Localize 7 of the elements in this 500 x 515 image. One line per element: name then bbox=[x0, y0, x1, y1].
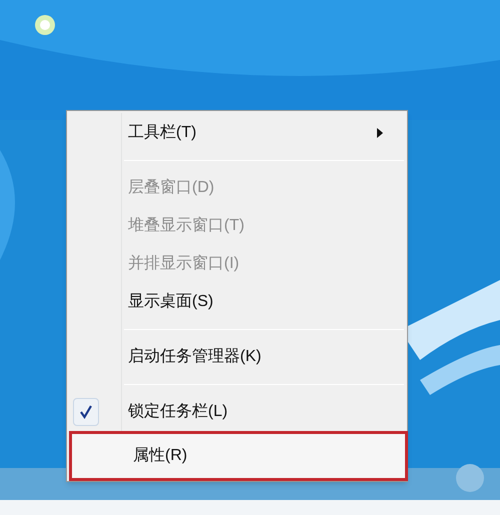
menu-item[interactable]: 显示桌面(S) bbox=[67, 283, 407, 321]
checkmark-icon bbox=[73, 398, 99, 426]
menu-item[interactable]: 工具栏(T) bbox=[67, 114, 407, 152]
menu-item[interactable]: 启动任务管理器(K) bbox=[67, 338, 407, 376]
submenu-arrow-icon bbox=[377, 128, 383, 138]
menu-item[interactable]: 锁定任务栏(L) bbox=[67, 393, 407, 431]
menu-item[interactable]: 属性(R) bbox=[72, 434, 405, 478]
